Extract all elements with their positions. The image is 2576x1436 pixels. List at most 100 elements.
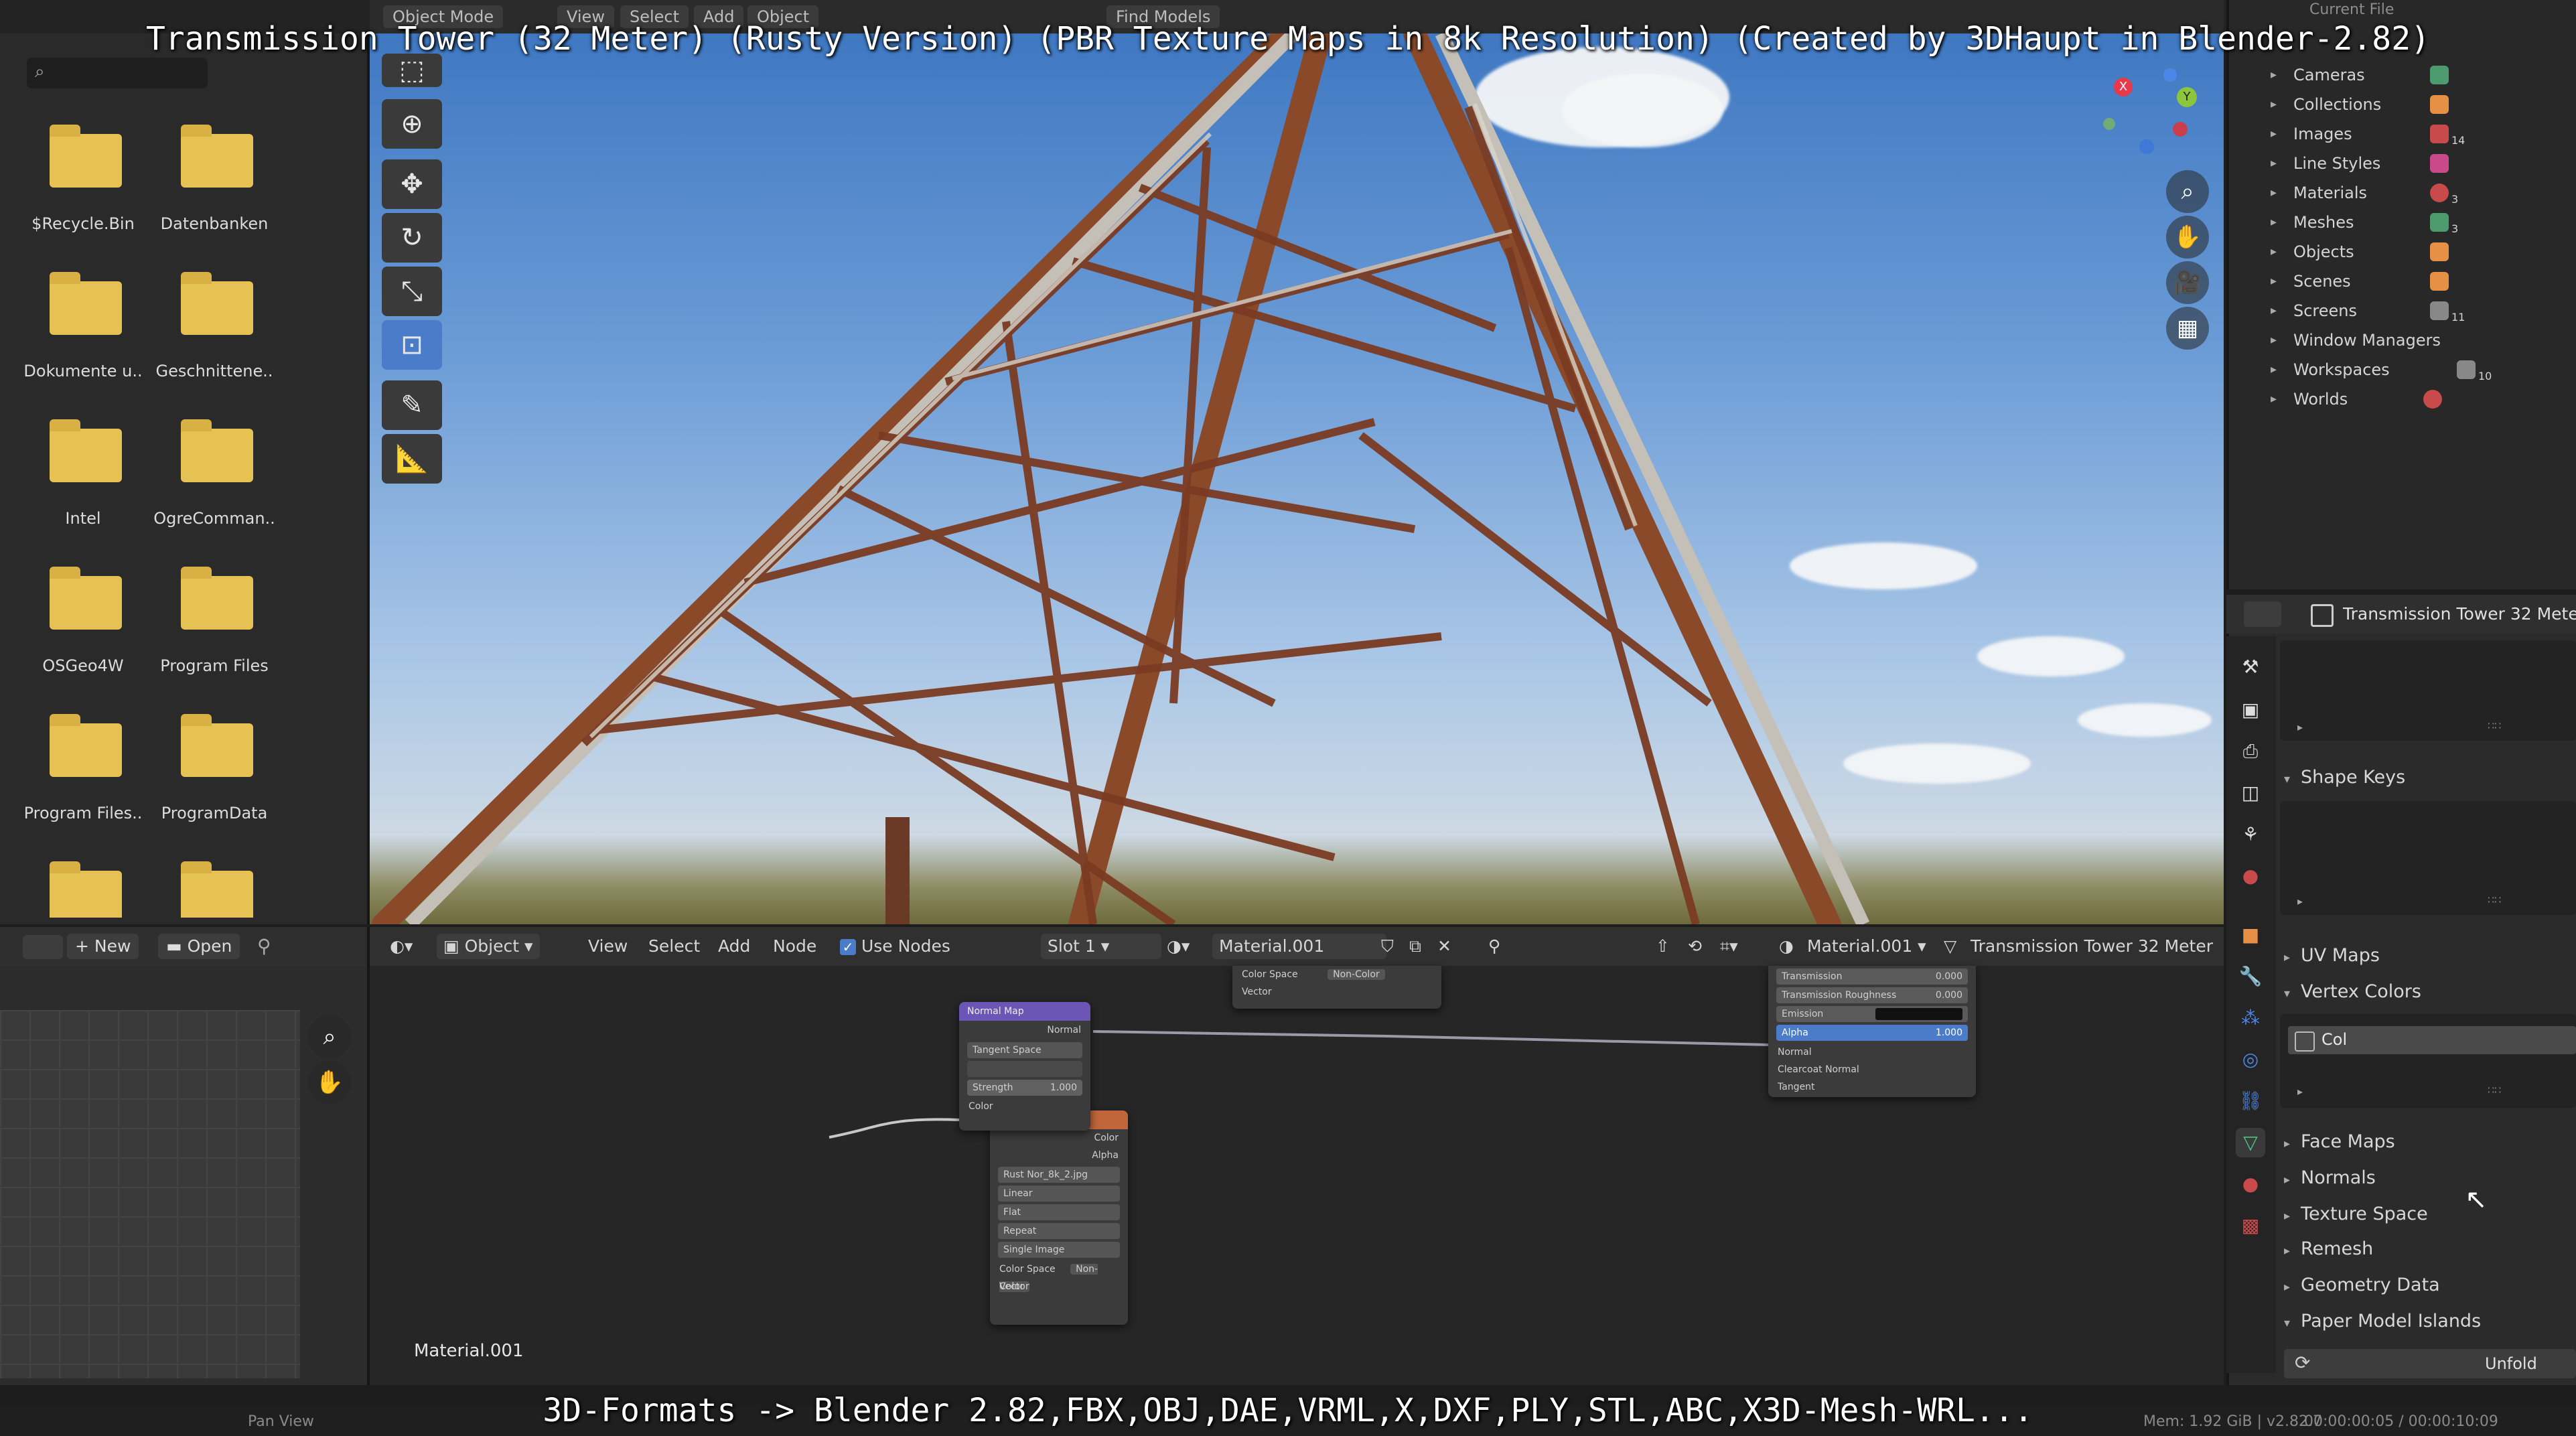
parent-node-icon[interactable]: ⇧ [1649,934,1676,959]
folder-item[interactable]: Intel [16,402,150,543]
color-input-socket[interactable]: Color [959,1098,1090,1115]
folder-item[interactable]: OgreComman.. [147,402,281,543]
move-tool-icon[interactable]: ✥ [382,159,442,209]
outliner-row-worlds[interactable]: ▸ Worlds [2229,384,2576,414]
outliner-row-collections[interactable]: ▸ Collections [2229,90,2576,119]
outliner-row-line-styles[interactable]: ▸ Line Styles [2229,149,2576,178]
uv-map-field[interactable] [967,1061,1082,1077]
space-dropdown[interactable]: Tangent Space [967,1042,1082,1058]
snapping-options-icon[interactable]: ⌗▾ [1713,934,1745,959]
source-dropdown[interactable]: Single Image [998,1242,1120,1258]
editor-type-icon[interactable] [23,935,63,959]
texture-tab-icon[interactable]: ▩ [2236,1211,2265,1240]
outliner-row-meshes[interactable]: ▸ Meshes 3 [2229,208,2576,237]
alpha-slider[interactable]: Alpha 1.000 [1776,1025,1968,1041]
folder-item[interactable] [16,844,150,918]
vertex-colors-panel[interactable]: ▾ Vertex Colors [2280,975,2576,1009]
strength-slider[interactable]: Strength 1.000 [967,1080,1082,1096]
fake-user-icon[interactable]: ⛉ [1374,934,1401,959]
transmission-slider[interactable]: Transmission 0.000 [1776,968,1968,985]
normal-map-node[interactable]: Normal Map Normal Tangent Space Strength… [959,1002,1090,1131]
object-tab-icon[interactable]: ■ [2236,920,2265,950]
scale-tool-icon[interactable]: ⤡ [382,267,442,316]
zoom-icon[interactable]: ⌕ [2166,170,2209,213]
unfold-button[interactable]: ⟳ Unfold [2284,1349,2576,1378]
shape-keys-panel[interactable]: ▾ Shape Keys [2280,761,2576,794]
folder-item[interactable]: ProgramData [147,697,281,837]
node-menu-node[interactable]: Node [766,934,823,959]
normal-map-node-title[interactable]: Normal Map [959,1002,1090,1021]
color-space-row[interactable]: Color Space Non-Color [990,1261,1128,1292]
alpha-output-socket[interactable]: Alpha [990,1147,1128,1164]
vertex-color-item[interactable]: Col [2288,1026,2576,1054]
outliner-row-objects[interactable]: ▸ Objects [2229,237,2576,267]
snap-icon[interactable]: ⟲ [1681,934,1709,959]
modifier-wrench-icon[interactable]: 🔧 [2236,962,2265,991]
color-output-socket[interactable]: Color [990,1129,1128,1147]
unlink-material-icon[interactable]: ✕ [1431,934,1458,959]
camera-view-icon[interactable]: 🎥 [2166,261,2209,304]
editor-type-icon[interactable]: ◐▾ [383,934,419,959]
file-search-input[interactable]: ⌕ [27,58,208,88]
pin-icon[interactable]: ⚲ [257,935,271,957]
uv-maps-panel[interactable]: ▸ UV Maps [2280,939,2576,973]
outliner-row-scenes[interactable]: ▸ Scenes [2229,267,2576,296]
normals-panel[interactable]: ▸ Normals [2280,1161,2576,1195]
outliner-row-materials[interactable]: ▸ Materials 3 [2229,178,2576,208]
node-menu-select[interactable]: Select [642,934,707,959]
tool-tab-icon[interactable]: ⚒ [2236,652,2265,682]
extension-dropdown[interactable]: Repeat [998,1223,1120,1239]
pin-icon[interactable]: ⚲ [1482,934,1507,959]
image-name-field[interactable]: Rust Nor_8k_2.jpg [998,1167,1120,1183]
image-zoom-icon[interactable]: ⌕ [308,1015,351,1058]
geometry-data-panel[interactable]: ▸ Geometry Data [2280,1269,2576,1302]
pan-hand-icon[interactable]: ✋ [2166,216,2209,259]
outliner-row-images[interactable]: ▸ Images 14 [2229,119,2576,149]
duplicate-material-icon[interactable]: ⧉ [1403,934,1428,959]
outliner-row-window-managers[interactable]: ▸ Window Managers [2229,326,2576,355]
material-name-field[interactable]: Material.001 [1212,934,1386,959]
image-pan-hand-icon[interactable]: ✋ [308,1061,351,1104]
folder-item[interactable]: Dokumente u.. [16,255,150,395]
vector-input-socket[interactable]: Vector [1232,983,1441,1001]
folder-item[interactable]: Datenbanken [147,107,281,248]
3d-viewport[interactable] [370,33,2224,924]
open-image-button[interactable]: ▬ Open [158,934,240,959]
folder-item[interactable]: $Recycle.Bin [16,107,150,248]
image-texture-node[interactable]: Rust Nor_8k_2.jpg Color Alpha Rust Nor_8… [990,1110,1128,1325]
material-tab-icon[interactable]: ● [2236,1169,2265,1199]
shader-type-dropdown[interactable]: ▣ Object ▾ [437,934,540,959]
folder-item[interactable]: Geschnittene.. [147,255,281,395]
perspective-grid-icon[interactable]: ▦ [2166,307,2209,350]
view-layer-tab-icon[interactable]: ◫ [2236,778,2265,808]
render-tab-icon[interactable]: ▣ [2236,695,2265,725]
cursor-tool-icon[interactable]: ⊕ [382,99,442,149]
node-menu-add[interactable]: Add [711,934,757,959]
output-tab-icon[interactable]: ⎙ [2236,737,2265,766]
mesh-data-tab-icon[interactable]: ▽ [2236,1128,2265,1157]
navigation-gizmo[interactable]: X Y [2090,67,2210,167]
remesh-panel[interactable]: ▸ Remesh [2280,1232,2576,1266]
face-maps-panel[interactable]: ▸ Face Maps [2280,1125,2576,1159]
material-browse-icon[interactable]: ◑▾ [1160,934,1196,959]
editor-type-icon[interactable] [2244,601,2281,627]
new-image-button[interactable]: + New [67,934,139,959]
world-tab-icon[interactable]: ● [2236,861,2265,891]
constraints-tab-icon[interactable]: ⛓ [2236,1086,2265,1116]
color-space-dropdown[interactable]: Non-Color [1328,969,1385,980]
outliner-row-cameras[interactable]: ▸ Cameras [2229,60,2576,90]
color-space-row[interactable]: Color Space Non-Color [1232,966,1441,983]
paper-model-islands-panel[interactable]: ▾ Paper Model Islands [2280,1305,2576,1338]
shape-keys-list[interactable]: ▸ ∷∷ [2280,801,2576,915]
physics-tab-icon[interactable]: ◎ [2236,1045,2265,1074]
annotate-tool-icon[interactable]: ✎ [382,380,442,430]
interpolation-dropdown[interactable]: Linear [998,1186,1120,1202]
vertex-group-list[interactable]: ▸ ∷∷ [2280,640,2576,741]
outliner-row-screens[interactable]: ▸ Screens 11 [2229,296,2576,326]
projection-dropdown[interactable]: Flat [998,1204,1120,1220]
partial-texture-node[interactable]: Color Space Non-Color Vector [1232,966,1441,1009]
particles-tab-icon[interactable]: ⁂ [2236,1003,2265,1033]
folder-item[interactable] [147,844,281,918]
measure-tool-icon[interactable]: 📐 [382,434,442,484]
scene-tab-icon[interactable]: ⚘ [2236,820,2265,849]
